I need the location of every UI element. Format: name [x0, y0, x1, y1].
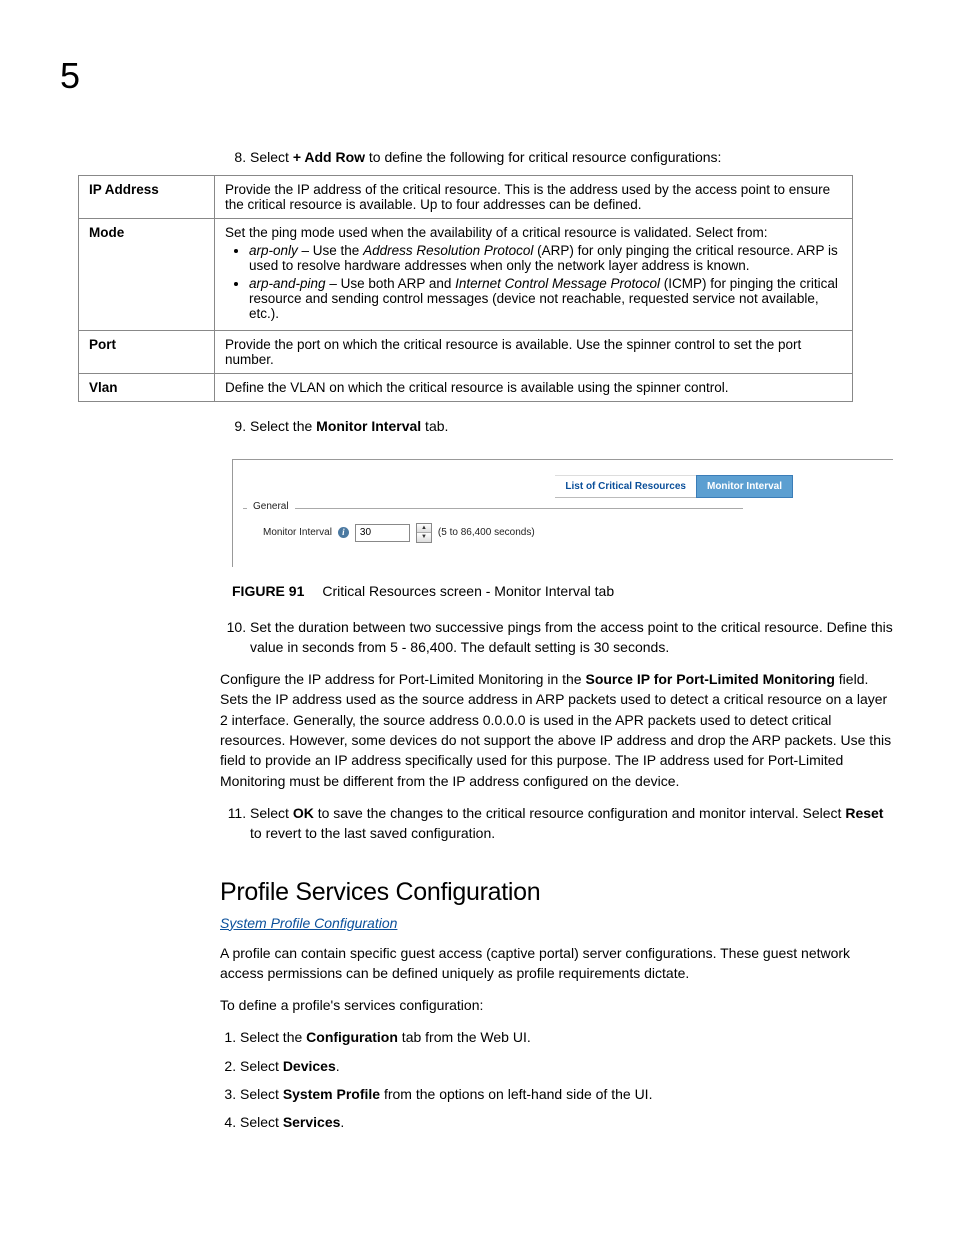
s11-mid: to save the changes to the critical reso… — [314, 805, 846, 821]
tab-strip: List of Critical ResourcesMonitor Interv… — [243, 475, 883, 498]
panel-legend: General — [247, 501, 295, 512]
profile-services-para2: To define a profile's services configura… — [220, 995, 894, 1015]
step-8-bold: + Add Row — [293, 149, 365, 165]
ps2-b: Devices — [283, 1058, 336, 1074]
chapter-number: 5 — [60, 55, 894, 97]
th-vlan: Vlan — [79, 374, 215, 402]
monitor-interval-input[interactable] — [355, 524, 410, 542]
td-port: Provide the port on which the critical r… — [215, 331, 853, 374]
mid1-0: – Use the — [298, 243, 363, 258]
td-mode: Set the ping mode used when the availabi… — [215, 219, 853, 331]
monitor-interval-label: Monitor Interval — [263, 527, 332, 538]
step-9: Select the Monitor Interval tab. — [250, 416, 894, 436]
ps4-suf: . — [340, 1114, 344, 1130]
em-arp-and-ping: arp-and-ping — [249, 276, 326, 291]
ps2-suf: . — [336, 1058, 340, 1074]
general-panel: General Monitor Interval i ▲ ▼ (5 to 86,… — [243, 508, 743, 561]
ps1-b: Configuration — [306, 1029, 398, 1045]
mode-intro: Set the ping mode used when the availabi… — [225, 225, 768, 240]
tab-list-of-critical-resources[interactable]: List of Critical Resources — [555, 475, 696, 498]
parameter-table: IP Address Provide the IP address of the… — [78, 175, 853, 402]
ps3-pre: Select — [240, 1086, 283, 1102]
step-8-suffix: to define the following for critical res… — [365, 149, 721, 165]
em-arp-only: arp-only — [249, 243, 298, 258]
spinner-control[interactable]: ▲ ▼ — [416, 523, 432, 543]
figure-caption-label: FIGURE 91 — [232, 583, 304, 599]
mode-bullet-arp-and-ping: arp-and-ping – Use both ARP and Internet… — [249, 276, 842, 321]
s11-ok: OK — [293, 805, 314, 821]
tab-monitor-interval[interactable]: Monitor Interval — [696, 475, 793, 498]
th-port: Port — [79, 331, 215, 374]
ps4-pre: Select — [240, 1114, 283, 1130]
pl-bold: Source IP for Port-Limited Monitoring — [585, 671, 834, 687]
em-arp-protocol: Address Resolution Protocol — [363, 243, 533, 258]
ps4-b: Services — [283, 1114, 341, 1130]
s11-suf: to revert to the last saved configuratio… — [250, 825, 495, 841]
s11-reset: Reset — [845, 805, 883, 821]
step-11: Select OK to save the changes to the cri… — [250, 803, 894, 844]
step-10: Set the duration between two successive … — [250, 617, 894, 658]
step-8-prefix: Select — [250, 149, 293, 165]
pl-suf: field. Sets the IP address used as the s… — [220, 671, 891, 788]
step-9-bold: Monitor Interval — [316, 418, 421, 434]
info-icon[interactable]: i — [338, 527, 349, 538]
spinner-up[interactable]: ▲ — [417, 524, 431, 533]
spinner-down[interactable]: ▼ — [417, 533, 431, 542]
th-mode: Mode — [79, 219, 215, 331]
th-ip-address: IP Address — [79, 176, 215, 219]
ps-step-2: Select Devices. — [240, 1056, 894, 1076]
pl-pre: Configure the IP address for Port-Limite… — [220, 671, 585, 687]
ps2-pre: Select — [240, 1058, 283, 1074]
ps-step-3: Select System Profile from the options o… — [240, 1084, 894, 1104]
s11-pre: Select — [250, 805, 293, 821]
figure-caption: FIGURE 91 Critical Resources screen - Mon… — [232, 583, 894, 599]
system-profile-configuration-link[interactable]: System Profile Configuration — [220, 915, 397, 931]
profile-services-heading: Profile Services Configuration — [220, 878, 894, 907]
step-8: Select + Add Row to define the following… — [250, 147, 894, 167]
em-icmp: Internet Control Message Protocol — [455, 276, 660, 291]
td-vlan: Define the VLAN on which the critical re… — [215, 374, 853, 402]
ps-step-4: Select Services. — [240, 1112, 894, 1132]
figure-caption-text: Critical Resources screen - Monitor Inte… — [322, 583, 614, 599]
ps1-pre: Select the — [240, 1029, 306, 1045]
td-ip-address: Provide the IP address of the critical r… — [215, 176, 853, 219]
ps3-suf: from the options on left-hand side of th… — [380, 1086, 652, 1102]
mode-bullet-arp-only: arp-only – Use the Address Resolution Pr… — [249, 243, 842, 273]
profile-services-para1: A profile can contain specific guest acc… — [220, 943, 894, 984]
mid1-1: – Use both ARP and — [326, 276, 456, 291]
port-limited-paragraph: Configure the IP address for Port-Limite… — [220, 669, 894, 791]
ps-step-1: Select the Configuration tab from the We… — [240, 1027, 894, 1047]
ps3-b: System Profile — [283, 1086, 380, 1102]
ps1-suf: tab from the Web UI. — [398, 1029, 531, 1045]
step-9-prefix: Select the — [250, 418, 316, 434]
figure-91: List of Critical ResourcesMonitor Interv… — [232, 459, 894, 599]
monitor-interval-hint: (5 to 86,400 seconds) — [438, 527, 535, 538]
step-9-suffix: tab. — [421, 418, 448, 434]
